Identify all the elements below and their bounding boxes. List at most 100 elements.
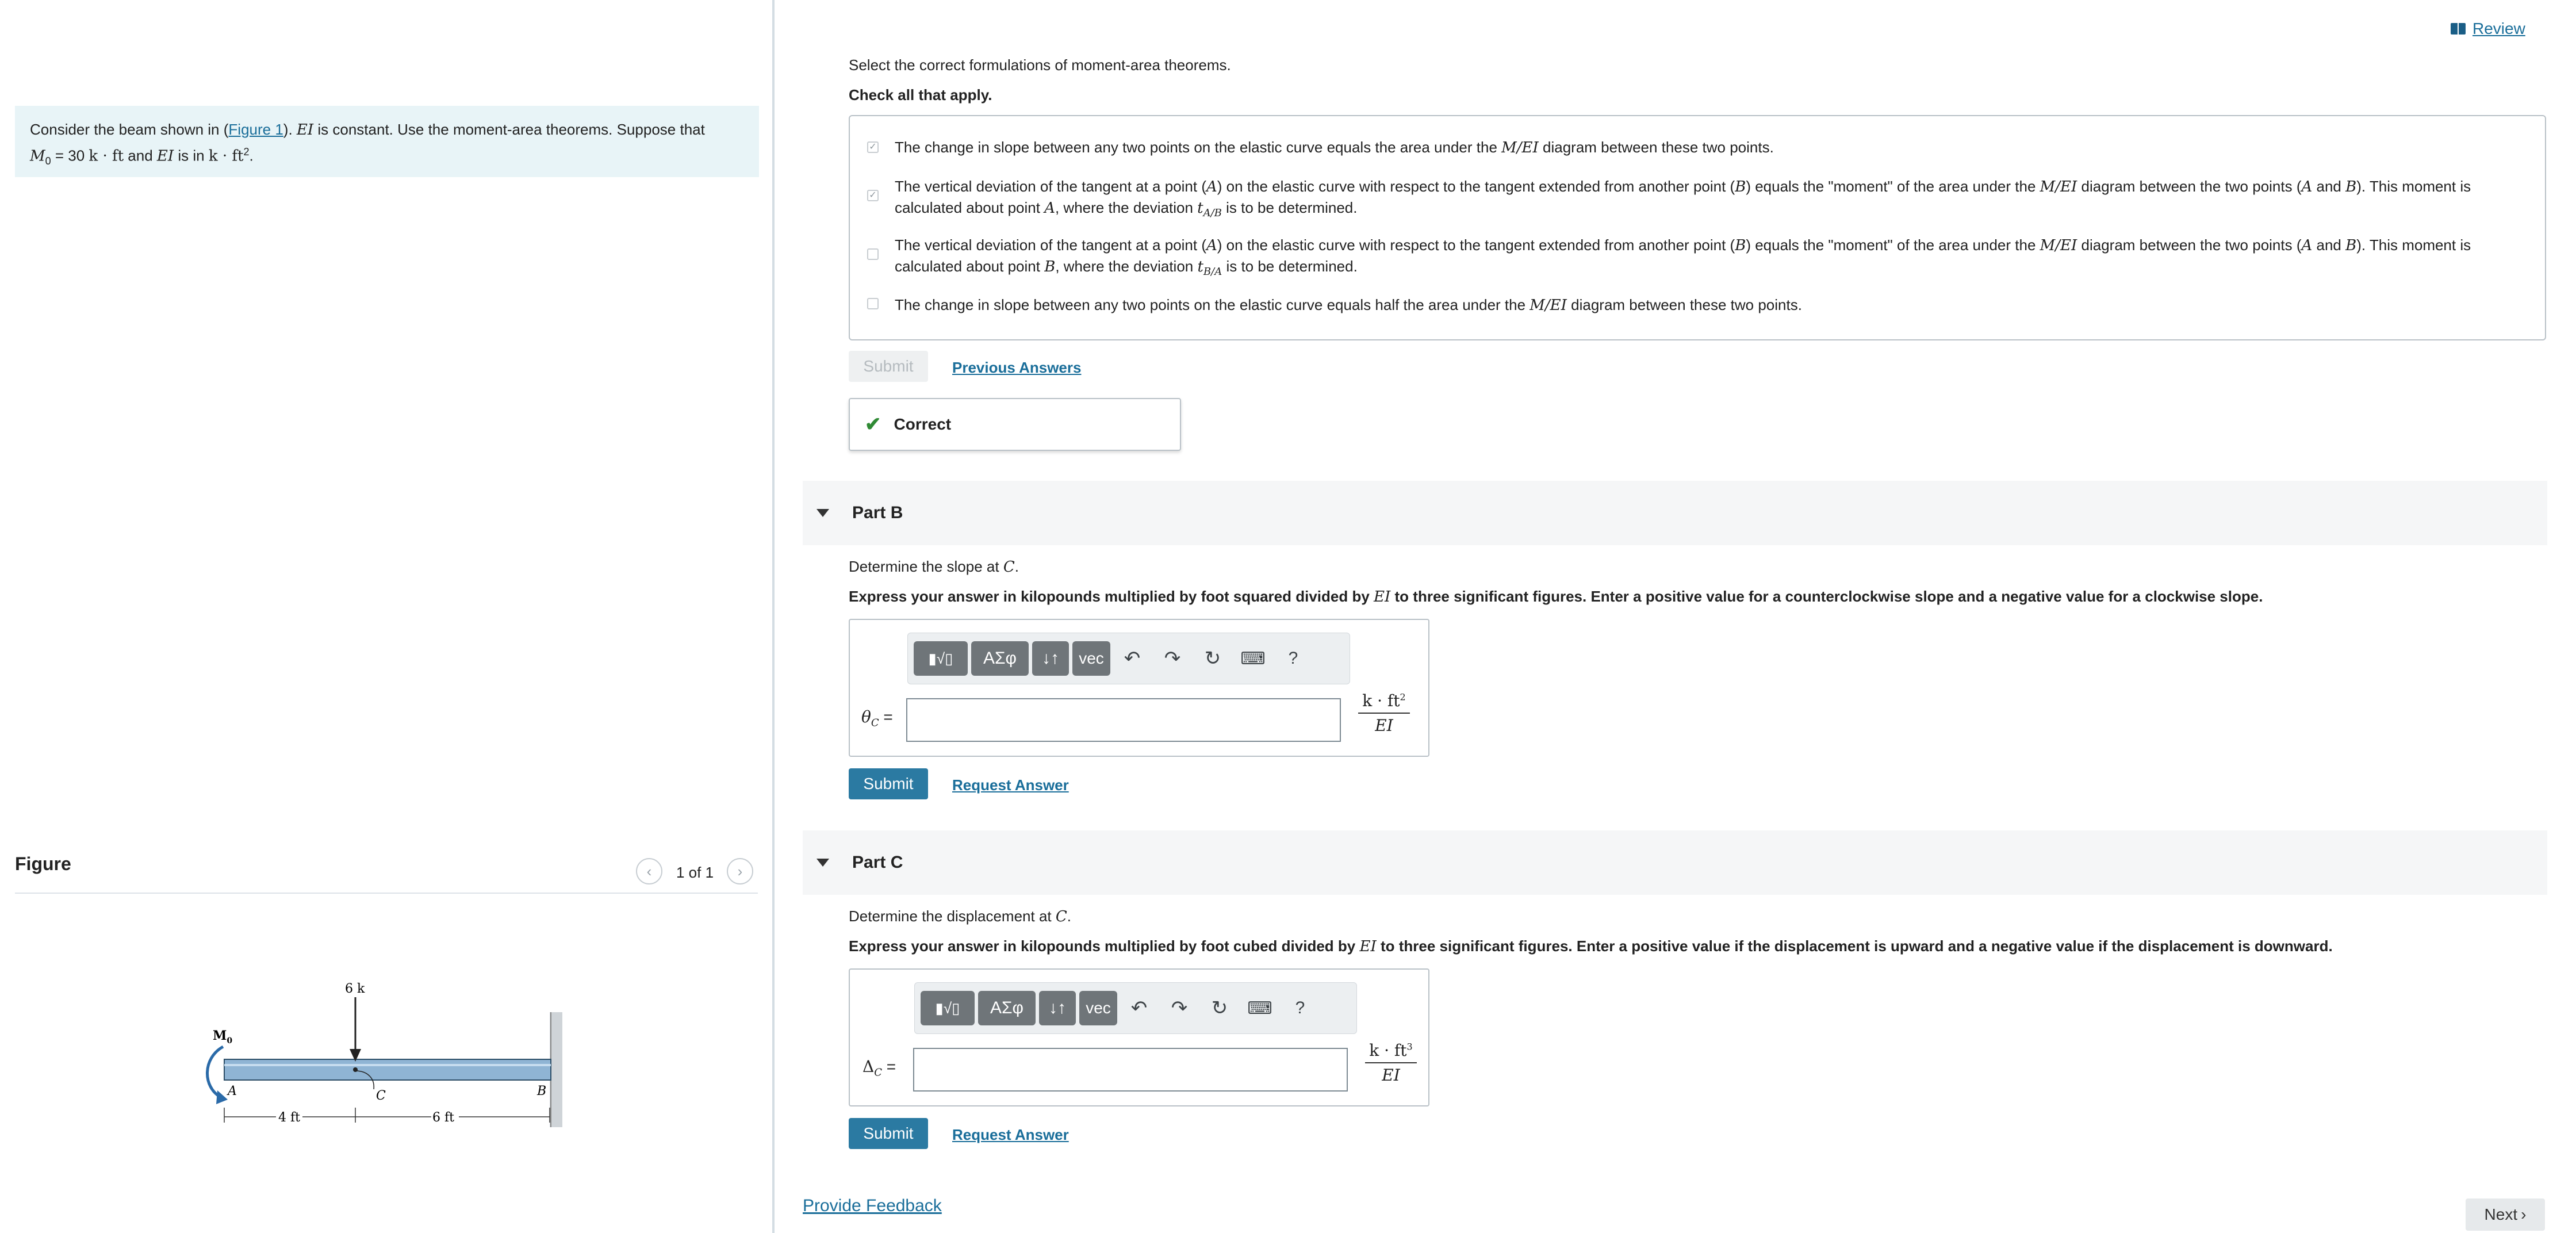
left-pane: Consider the beam shown in (Figure 1). E… xyxy=(0,0,772,1233)
figure-divider xyxy=(15,893,758,894)
figure-heading: Figure xyxy=(15,853,71,874)
figure-next-button[interactable]: › xyxy=(727,858,753,884)
figure-prev-button[interactable]: ‹ xyxy=(636,858,662,884)
choice-2-label[interactable]: The vertical deviation of the tangent at… xyxy=(895,176,2516,224)
greek-button[interactable]: ΑΣφ xyxy=(978,991,1036,1025)
arrows-button[interactable]: ↓↑ xyxy=(1032,641,1069,676)
checkmark-icon: ✓ xyxy=(869,190,877,200)
keyboard-icon[interactable]: ⌨ xyxy=(1241,991,1278,1025)
load-label: 6 k xyxy=(345,982,365,996)
fraction-root-icon: ▮√▯ xyxy=(935,999,960,1017)
reset-icon[interactable]: ↻ xyxy=(1194,641,1231,676)
part-a-instruction: Check all that apply. xyxy=(849,86,992,104)
review-label: Review xyxy=(2472,20,2525,37)
part-c-instruction: Express your answer in kilopounds multip… xyxy=(849,937,2333,955)
m0-value: = 30 xyxy=(51,147,89,164)
m0-unit: k · ft xyxy=(89,147,124,165)
figure-link[interactable]: Figure 1 xyxy=(228,121,283,138)
previous-answers-link[interactable]: Previous Answers xyxy=(952,359,1081,377)
beam xyxy=(224,1059,551,1081)
part-b-answer-box: ▮√▯ ΑΣφ ↓↑ vec ↶ ↷ ↻ ⌨ ? θC = k · ft2 EI xyxy=(849,619,1429,757)
beam-figure: 6 k M0 A B C 4 ft 6 ft xyxy=(206,982,562,1127)
part-b-header[interactable]: Part B xyxy=(803,481,2547,545)
undo-icon[interactable]: ↶ xyxy=(1114,641,1151,676)
fraction-root-icon: ▮√▯ xyxy=(928,649,953,667)
caret-down-icon xyxy=(816,509,829,517)
chevron-right-icon: › xyxy=(737,862,743,880)
chevron-left-icon: ‹ xyxy=(646,862,652,880)
pane-divider[interactable] xyxy=(772,0,775,1233)
part-b-request-answer[interactable]: Request Answer xyxy=(952,776,1069,794)
choice-3-label[interactable]: The vertical deviation of the tangent at… xyxy=(895,235,2516,282)
part-c-request-answer[interactable]: Request Answer xyxy=(952,1126,1069,1144)
part-b-title: Part B xyxy=(852,503,903,522)
template-button[interactable]: ▮√▯ xyxy=(914,641,968,676)
math-toolbar: ▮√▯ ΑΣφ ↓↑ vec ↶ ↷ ↻ ⌨ ? xyxy=(907,633,1350,684)
part-c-answer-box: ▮√▯ ΑΣφ ↓↑ vec ↶ ↷ ↻ ⌨ ? ΔC = k · ft3 EI xyxy=(849,968,1429,1106)
template-button[interactable]: ▮√▯ xyxy=(921,991,975,1025)
vec-button[interactable]: vec xyxy=(1072,641,1110,676)
part-b-submit-button[interactable]: Submit xyxy=(849,768,928,799)
greek-button[interactable]: ΑΣφ xyxy=(971,641,1029,676)
ei-symbol: EI xyxy=(296,121,314,139)
reset-icon[interactable]: ↻ xyxy=(1201,991,1238,1025)
delta-c-input[interactable] xyxy=(913,1048,1348,1092)
span-cb-label: 6 ft xyxy=(432,1111,454,1125)
choice-1-checkbox[interactable]: ✓ xyxy=(867,141,879,153)
redo-icon[interactable]: ↷ xyxy=(1161,991,1198,1025)
part-b-units: k · ft2 EI xyxy=(1358,691,1410,735)
redo-icon[interactable]: ↷ xyxy=(1154,641,1191,676)
choice-3-checkbox[interactable] xyxy=(867,248,879,260)
chevron-right-icon: › xyxy=(2521,1205,2527,1223)
problem-text: is constant. Use the moment-area theorem… xyxy=(313,121,705,138)
part-b-prompt: Determine the slope at C. xyxy=(849,558,1019,576)
choice-4-label[interactable]: The change in slope between any two poin… xyxy=(895,294,2516,316)
problem-text: ). xyxy=(283,121,297,138)
m0-subscript: 0 xyxy=(45,155,51,167)
part-c-units: k · ft3 EI xyxy=(1365,1041,1417,1085)
help-button[interactable]: ? xyxy=(1282,991,1318,1025)
correct-label: Correct xyxy=(894,415,952,433)
help-button[interactable]: ? xyxy=(1275,641,1312,676)
provide-feedback-link[interactable]: Provide Feedback xyxy=(803,1196,942,1216)
part-c-prompt: Determine the displacement at C. xyxy=(849,907,1071,925)
next-button[interactable]: Next › xyxy=(2466,1198,2545,1231)
next-label: Next xyxy=(2484,1205,2518,1223)
part-c-title: Part C xyxy=(852,853,903,872)
check-icon: ✔ xyxy=(865,413,881,435)
ei-symbol: EI xyxy=(156,147,174,165)
span-ab-label: 4 ft xyxy=(278,1111,300,1125)
point-a-label: A xyxy=(227,1084,237,1098)
part-a-submit-button[interactable]: Submit xyxy=(849,351,928,382)
problem-text: Consider the beam shown in ( xyxy=(30,121,229,138)
ei-unit: k · ft xyxy=(208,147,244,165)
keyboard-icon[interactable]: ⌨ xyxy=(1235,641,1271,676)
moment-arrowhead xyxy=(216,1090,228,1104)
part-c-submit-button[interactable]: Submit xyxy=(849,1118,928,1149)
part-a-prompt: Select the correct formulations of momen… xyxy=(849,56,1231,74)
part-b-instruction: Express your answer in kilopounds multip… xyxy=(849,588,2263,606)
problem-text: and xyxy=(124,147,157,164)
checkmark-icon: ✓ xyxy=(869,142,877,152)
moment-label: M0 xyxy=(213,1028,232,1046)
book-icon xyxy=(2451,23,2466,35)
problem-text: is in xyxy=(174,147,209,164)
choice-1-label[interactable]: The change in slope between any two poin… xyxy=(895,137,2516,158)
ei-unit-exponent: 2 xyxy=(243,146,250,158)
review-link[interactable]: Review xyxy=(2451,20,2525,38)
undo-icon[interactable]: ↶ xyxy=(1121,991,1157,1025)
point-b-label: B xyxy=(536,1084,546,1098)
vec-button[interactable]: vec xyxy=(1079,991,1117,1025)
part-c-header[interactable]: Part C xyxy=(803,830,2547,895)
problem-statement: Consider the beam shown in (Figure 1). E… xyxy=(15,106,759,177)
theta-c-label: θC = xyxy=(861,707,893,729)
correct-feedback: ✔ Correct xyxy=(849,398,1181,451)
moment-arc xyxy=(206,1045,224,1099)
caret-down-icon xyxy=(816,859,829,867)
choices-group: ✓ The change in slope between any two po… xyxy=(849,115,2546,340)
choice-2-checkbox[interactable]: ✓ xyxy=(867,190,879,201)
theta-c-input[interactable] xyxy=(906,698,1341,742)
delta-c-label: ΔC = xyxy=(862,1057,896,1079)
arrows-button[interactable]: ↓↑ xyxy=(1039,991,1076,1025)
choice-4-checkbox[interactable] xyxy=(867,298,879,309)
